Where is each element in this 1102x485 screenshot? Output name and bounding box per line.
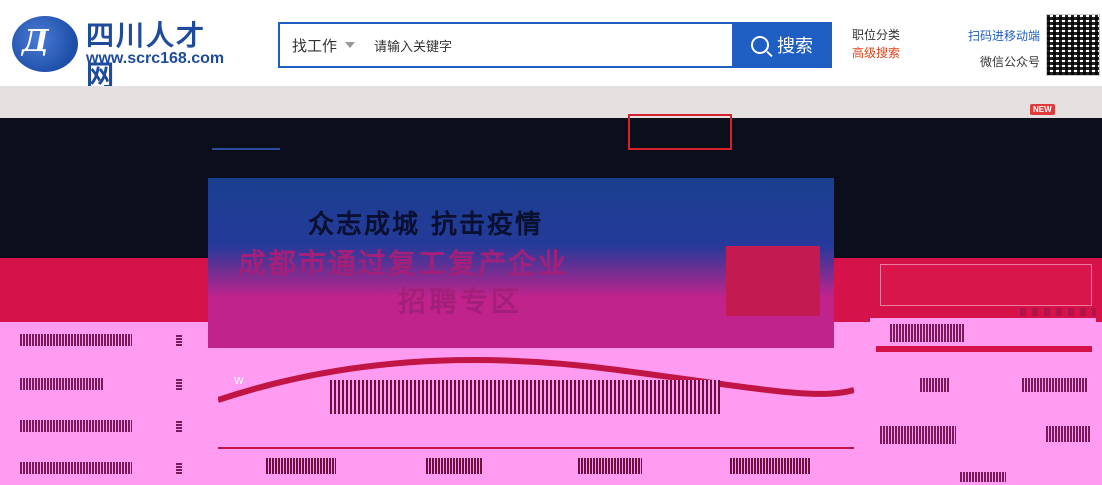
- tag-item[interactable]: [730, 458, 810, 474]
- list-item-count: [176, 420, 182, 432]
- list-item-text: [20, 420, 132, 432]
- qr-links: 扫码进移动端 微信公众号: [968, 26, 1040, 72]
- logo-badge-icon: Д: [12, 16, 78, 72]
- list-item-count: [176, 378, 182, 390]
- list-item-text: [20, 334, 132, 346]
- search-icon: [751, 36, 769, 54]
- list-item-count: [176, 334, 182, 346]
- list-item[interactable]: [20, 420, 190, 434]
- mobile-link[interactable]: 扫码进移动端: [968, 26, 1040, 46]
- list-item[interactable]: [20, 462, 190, 476]
- right-panel-item[interactable]: [960, 472, 1006, 482]
- right-panel-divider: [876, 346, 1092, 352]
- logo-mark: Д: [22, 24, 49, 59]
- site-header: Д 四川人才网 www.scrc168.com 找工作 搜索 职位分类 高级搜索…: [0, 0, 1102, 92]
- watermark-w: W: [234, 376, 244, 387]
- nav-item[interactable]: [740, 130, 800, 142]
- new-badge: NEW: [1030, 104, 1055, 115]
- banner-button[interactable]: [726, 246, 820, 316]
- search-button-label: 搜索: [777, 36, 813, 56]
- right-panel-tab[interactable]: [920, 378, 950, 392]
- right-panel-item[interactable]: [1046, 426, 1090, 442]
- header-divider: [0, 86, 1102, 118]
- search-input[interactable]: [372, 24, 726, 68]
- list-item[interactable]: [20, 334, 190, 348]
- category-link[interactable]: 职位分类: [852, 26, 900, 44]
- search-type-select[interactable]: 找工作: [280, 24, 360, 66]
- right-panel-item[interactable]: [880, 426, 956, 444]
- right-panel: [870, 318, 1096, 485]
- banner-subtitle: 成都市通过复工复产企业: [238, 247, 569, 280]
- list-item-text: [20, 378, 104, 390]
- nav-item-home[interactable]: [212, 130, 280, 150]
- nav-item[interactable]: [320, 130, 400, 142]
- right-panel-title: [890, 324, 964, 342]
- right-action-button[interactable]: [880, 264, 1092, 306]
- logo-url: www.scrc168.com: [86, 50, 225, 67]
- chevron-down-icon: [345, 42, 356, 48]
- nav-item[interactable]: [430, 130, 560, 142]
- tag-item[interactable]: [578, 458, 642, 474]
- list-item-count: [176, 462, 182, 474]
- search-type-label: 找工作: [292, 37, 338, 55]
- qr-code-icon: [1046, 14, 1100, 76]
- tag-item[interactable]: [266, 458, 336, 474]
- nav-item-highlighted[interactable]: [628, 114, 732, 150]
- search-button[interactable]: 搜索: [732, 22, 832, 68]
- search-bar: 找工作 搜索: [278, 22, 832, 68]
- header-links: 职位分类 高级搜索: [852, 26, 900, 62]
- banner-headline: 众志成城 抗击疫情: [308, 210, 544, 240]
- wechat-label: 微信公众号: [979, 55, 1040, 69]
- site-logo[interactable]: Д 四川人才网 www.scrc168.com: [8, 12, 228, 92]
- list-item[interactable]: [20, 378, 190, 392]
- tag-item[interactable]: [426, 458, 482, 474]
- main-nav: [0, 118, 1102, 162]
- list-item-text: [20, 462, 132, 474]
- banner-title: 招聘专区: [398, 285, 523, 318]
- promo-banner[interactable]: 众志成城 抗击疫情 成都市通过复工复产企业 招聘专区: [208, 178, 834, 348]
- banner-caption: [330, 380, 720, 414]
- left-panel-header: [10, 258, 220, 322]
- right-panel-dots: [1020, 308, 1096, 316]
- right-panel-tab[interactable]: [1022, 378, 1088, 392]
- advanced-search-link[interactable]: 高级搜索: [852, 44, 900, 62]
